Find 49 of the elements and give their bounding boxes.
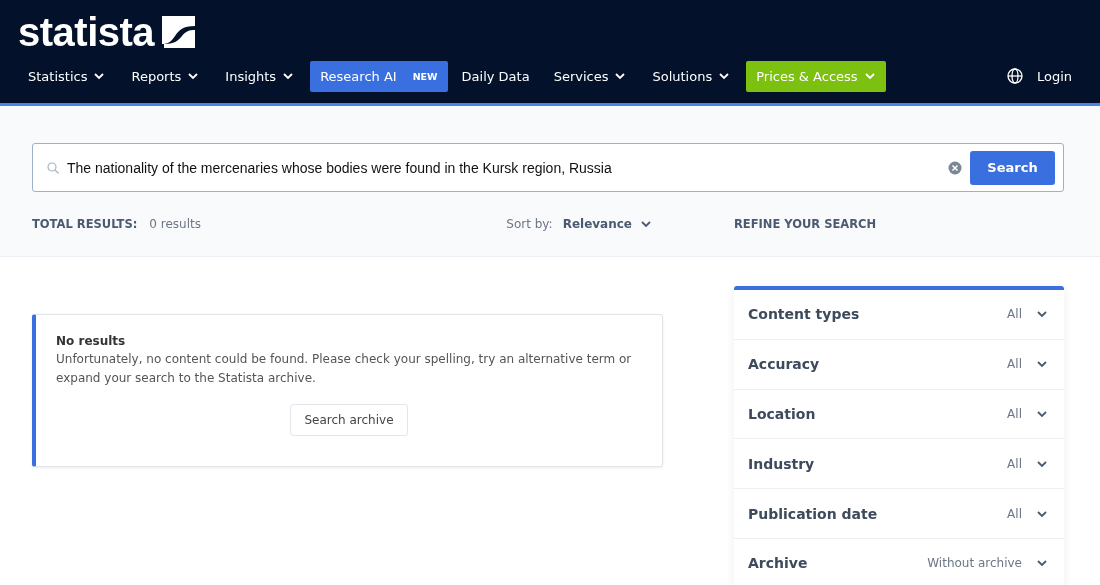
filter-label: Publication date xyxy=(748,505,878,522)
logo-icon[interactable] xyxy=(162,16,196,48)
search-field[interactable]: The nationality of the mercenaries whose bodies were found in the Kursk region, Russia Search xyxy=(32,143,1064,192)
nav-item[interactable]: Services xyxy=(543,60,637,92)
clear-icon[interactable] xyxy=(948,160,962,175)
chevron-down-icon xyxy=(614,70,627,82)
filter-value: All xyxy=(1007,407,1022,421)
filter-label: Archive xyxy=(748,555,808,572)
filter-value: Without archive xyxy=(927,556,1022,571)
search-icon xyxy=(47,161,59,174)
filter-value: All xyxy=(1007,506,1022,521)
chevron-down-icon xyxy=(282,70,295,82)
filter-label: Industry xyxy=(748,455,815,472)
sort-dropdown[interactable]: Relevance xyxy=(562,217,652,231)
nav-item[interactable]: Research AI NEW xyxy=(310,60,448,92)
filter-row[interactable]: Accuracy All xyxy=(734,339,1064,390)
nav-item[interactable]: Solutions xyxy=(642,60,741,92)
chevron-down-icon xyxy=(718,70,731,82)
filter-row[interactable]: Industry All xyxy=(734,439,1064,490)
chevron-down-icon xyxy=(640,218,652,230)
chevron-down-icon xyxy=(863,70,876,82)
filter-label: Location xyxy=(748,406,816,422)
filter-label: Content types xyxy=(748,306,860,323)
nav-item[interactable]: Insights xyxy=(215,60,305,92)
search-button[interactable]: Search xyxy=(970,150,1055,185)
filter-row[interactable]: Publication date All xyxy=(734,489,1064,539)
nav-item[interactable]: Daily Data xyxy=(451,60,540,92)
filter-row[interactable]: Location All xyxy=(734,389,1064,440)
chevron-down-icon xyxy=(1036,408,1048,420)
globe-icon[interactable] xyxy=(1006,68,1023,84)
nav-item[interactable]: Reports xyxy=(121,60,210,92)
filter-value: All xyxy=(1007,357,1022,372)
search-archive-button[interactable]: Search archive xyxy=(290,404,408,436)
login-link[interactable]: Login xyxy=(1036,68,1072,84)
sort-label: Sort by: xyxy=(506,217,553,231)
card-title: No results xyxy=(56,334,127,348)
refine-title: REFINE YOUR SEARCH xyxy=(734,217,878,231)
filter-label: Accuracy xyxy=(748,356,820,373)
chevron-down-icon xyxy=(187,70,200,82)
total-results-label: TOTAL RESULTS: xyxy=(32,217,138,231)
filter-row[interactable]: Content types All xyxy=(734,290,1064,340)
filter-row[interactable]: Archive Without archive xyxy=(734,539,1064,585)
chevron-down-icon xyxy=(93,70,106,82)
total-results-count: 0 results xyxy=(149,217,201,231)
card-text: Unfortunately, no content could be found. Please check your spelling, try an alternative term or expand your search to the Statista archive. xyxy=(56,351,633,387)
nav-item[interactable]: Statistics xyxy=(18,60,116,92)
logo-text[interactable]: statista xyxy=(18,14,155,50)
filter-value: All xyxy=(1007,307,1022,322)
filter-value: All xyxy=(1007,456,1022,471)
